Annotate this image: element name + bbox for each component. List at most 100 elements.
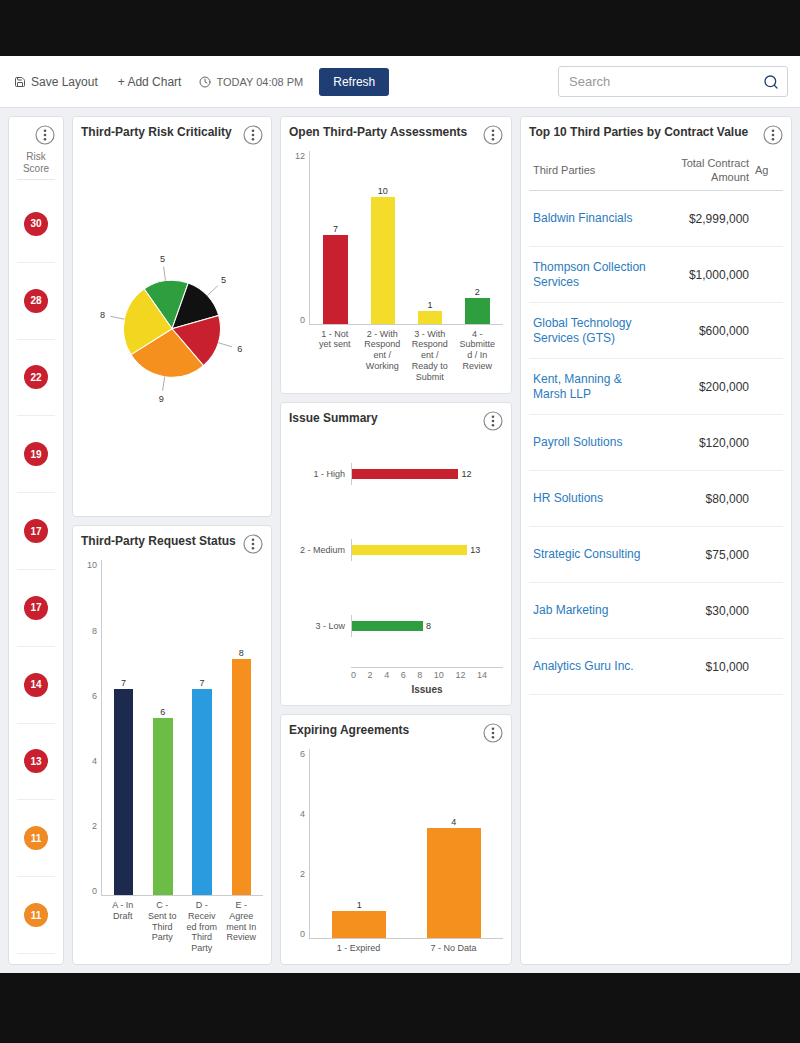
table-row: Global Technology Services (GTS) $600,000 [529,303,783,359]
contract-amount: $30,000 [653,604,749,618]
party-link[interactable]: HR Solutions [533,491,647,506]
bar[interactable] [371,197,395,324]
panel-title: Issue Summary [289,411,378,426]
more-icon[interactable] [483,723,503,743]
search-input[interactable] [567,73,757,90]
party-link[interactable]: Global Technology Services (GTS) [533,316,647,346]
risk-row: 22 [17,340,55,417]
risk-score-panel: Risk Score30282219171714131111 [8,116,64,965]
more-icon[interactable] [483,125,503,145]
bar-chart: 6420141 - Expired7 - No Data [289,749,503,954]
axis-tick: 10 [434,670,444,680]
score-badge: 14 [24,673,48,697]
bar[interactable] [352,621,423,631]
bar-value: 7 [333,223,338,235]
score-badge: 17 [24,519,48,543]
more-icon[interactable] [35,125,55,145]
bar[interactable] [232,659,251,895]
bar-value: 13 [470,545,480,555]
monitor: Save Layout+ Add ChartTODAY 04:08 PMRefr… [0,0,800,1043]
category-label: A - In Draft [107,900,139,954]
score-badge: 17 [24,596,48,620]
bar[interactable] [427,828,481,939]
category-label: 3 - Low [289,621,351,631]
party-link[interactable]: Baldwin Financials [533,211,647,226]
bar[interactable] [352,545,467,555]
toolbar: Save Layout+ Add ChartTODAY 04:08 PMRefr… [0,56,800,108]
table-row: Jab Marketing $30,000 [529,583,783,639]
more-icon[interactable] [243,534,263,554]
risk-row: 11 [17,800,55,877]
table-row: Kent, Manning & Marsh LLP$200,000 [529,359,783,415]
risk-row: 30 [17,186,55,263]
bar-value: 4 [451,816,456,828]
bar[interactable] [332,911,386,939]
risk-row: 19 [17,416,55,493]
bar[interactable] [192,689,211,895]
more-icon[interactable] [483,411,503,431]
axis-tick: 4 [92,756,97,766]
axis-tick: 14 [477,670,487,680]
axis-tick: 0 [92,886,97,896]
party-link[interactable]: Analytics Guru Inc. [533,659,647,674]
contract-amount: $2,999,000 [653,212,749,226]
party-link[interactable]: Payroll Solutions [533,435,647,450]
bar-value: 7 [200,677,205,689]
toolbar-button[interactable]: + Add Chart [116,71,184,93]
bar-value: 8 [239,647,244,659]
table-header: Third Parties Total Contract Amount Ag [529,151,783,191]
score-badge: 11 [24,903,48,927]
slice-label: 5 [160,254,165,264]
more-icon[interactable] [243,125,263,145]
table-row: HR Solutions$80,000 [529,471,783,527]
contract-amount: $600,000 [653,324,749,338]
bar[interactable] [352,469,458,479]
save-icon [14,76,26,88]
panel-title: Top 10 Third Parties by Contract Value [529,125,748,140]
column-header[interactable]: Ag [755,164,779,177]
table-cell [755,661,779,673]
category-label: 1 - Expired [315,943,402,954]
bar-value: 2 [475,286,480,298]
refresh-button[interactable]: Refresh [319,68,389,96]
score-badge: 28 [24,289,48,313]
risk-row: 17 [17,570,55,647]
contract-amount: $10,000 [653,660,749,674]
pie-slice[interactable]: 8 [100,289,172,355]
search-icon[interactable] [763,74,779,90]
category-label: E - Agreement In Review [226,900,258,954]
table-cell [755,549,779,561]
table-cell [755,325,779,337]
bar-value: 6 [160,706,165,718]
bar-row: 1 - High12 [289,463,503,485]
category-label: 3 - With Respondent / Ready to Submit [410,329,450,383]
axis-tick: 8 [92,626,97,636]
column-header[interactable]: Third Parties [533,164,647,177]
bar[interactable] [465,298,489,323]
axis-tick: 12 [455,670,465,680]
party-link[interactable]: Kent, Manning & Marsh LLP [533,372,647,402]
panel-title: Third-Party Risk Criticality [81,125,232,140]
risk-criticality-panel: Third-Party Risk Criticality55698 [72,116,272,517]
party-link[interactable]: Jab Marketing [533,603,647,618]
party-link[interactable]: Strategic Consulting [533,547,647,562]
party-link[interactable]: Thompson Collection Services [533,260,647,290]
y-axis: 6420 [289,749,309,939]
contract-amount: $120,000 [653,436,749,450]
request-status-panel: Third-Party Request Status10864207678A -… [72,525,272,965]
assessments-panel: Open Third-Party Assessments120710121 - … [280,116,512,394]
bar[interactable] [323,235,347,324]
table-row: Analytics Guru Inc. $10,000 [529,639,783,695]
table-row: Strategic Consulting$75,000 [529,527,783,583]
toolbar-button[interactable]: Save Layout [12,71,100,93]
more-icon[interactable] [763,125,783,145]
column-header[interactable]: Total Contract Amount [653,157,749,183]
table-row: Thompson Collection Services$1,000,000 [529,247,783,303]
axis-tick: 6 [401,670,406,680]
bar[interactable] [114,689,133,895]
bar[interactable] [418,311,442,324]
top-parties-panel: Top 10 Third Parties by Contract Value Th… [520,116,792,965]
axis-tick: 2 [368,670,373,680]
parties-table: Third Parties Total Contract Amount Ag Bald… [529,151,783,954]
bar[interactable] [153,718,172,895]
